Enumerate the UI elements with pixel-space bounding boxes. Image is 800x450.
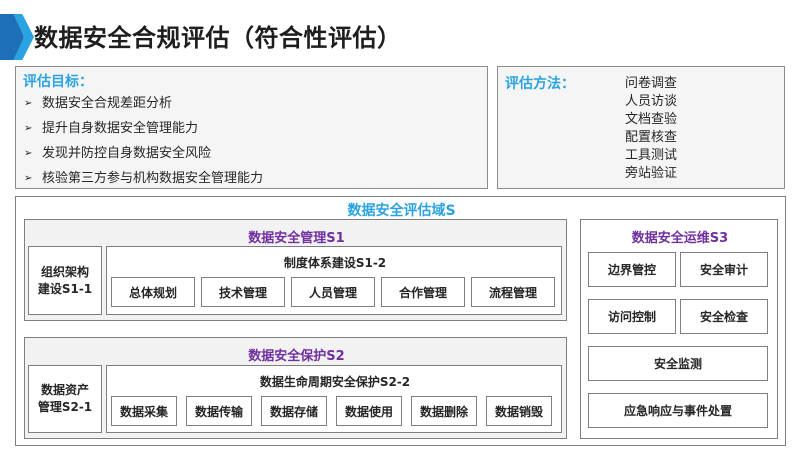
s2-item: 数据使用	[336, 396, 402, 426]
goal-item: ➢ 核验第三方参与机构数据安全管理能力	[24, 166, 263, 191]
s2-item: 数据销毁	[486, 396, 552, 426]
s3-item: 边界管控	[588, 252, 676, 287]
s1-title: 数据安全管理S1	[248, 230, 345, 246]
s2-1-data-asset-mgmt: 数据资产 管理S2-1	[28, 365, 102, 433]
page-title: 数据安全合规评估（符合性评估）	[34, 24, 402, 52]
arrow-bullet-icon: ➢	[24, 148, 33, 159]
s3-item: 访问控制	[588, 299, 676, 334]
methods-panel: 评估方法： 问卷调查 人员访谈 文档查验 配置核查 工具测试 旁站验证	[497, 66, 785, 189]
methods-label: 评估方法：	[505, 76, 575, 92]
arrow-bullet-icon: ➢	[24, 98, 33, 109]
method-item: 配置核查	[625, 130, 678, 145]
s1-item: 总体规划	[111, 277, 195, 307]
s3-item: 安全审计	[680, 252, 768, 287]
goal-item: ➢ 提升自身数据安全管理能力	[24, 116, 263, 141]
s3-item: 应急响应与事件处置	[588, 393, 768, 428]
method-item: 人员访谈	[625, 94, 678, 109]
goals-label: 评估目标：	[23, 74, 93, 90]
s1-item: 合作管理	[381, 277, 465, 307]
method-item: 问卷调查	[625, 76, 678, 91]
s2-item: 数据传输	[186, 396, 252, 426]
goal-item: ➢ 数据安全合规差距分析	[24, 91, 263, 116]
method-item: 旁站验证	[625, 166, 678, 181]
domain-title: 数据安全评估域S	[347, 203, 456, 219]
s1-2-title: 制度体系建设S1-2	[283, 255, 387, 270]
goals-list: ➢ 数据安全合规差距分析 ➢ 提升自身数据安全管理能力 ➢ 发现并防控自身数据安全风险…	[24, 91, 263, 191]
method-item: 文档查验	[625, 112, 678, 127]
s2-item: 数据删除	[411, 396, 477, 426]
s1-item: 技术管理	[201, 277, 285, 307]
s2-title: 数据安全保护S2	[248, 348, 345, 364]
arrow-bullet-icon: ➢	[24, 123, 33, 134]
s1-item: 人员管理	[291, 277, 375, 307]
s3-item: 安全监测	[588, 346, 768, 381]
goals-panel: 评估目标： ➢ 数据安全合规差距分析 ➢ 提升自身数据安全管理能力 ➢ 发现并防控自身…	[15, 66, 488, 189]
s2-item: 数据存储	[261, 396, 327, 426]
s3-item: 安全检查	[680, 299, 768, 334]
method-item: 工具测试	[625, 148, 678, 163]
s1-1-org-structure: 组织架构 建设S1-1	[28, 246, 102, 315]
s3-title: 数据安全运维S3	[631, 230, 729, 246]
s2-2-title: 数据生命周期安全保护S2-2	[259, 374, 411, 389]
goal-item: ➢ 发现并防控自身数据安全风险	[24, 141, 263, 166]
s2-item: 数据采集	[111, 396, 177, 426]
arrow-bullet-icon: ➢	[24, 173, 33, 184]
methods-list: 问卷调查 人员访谈 文档查验 配置核查 工具测试 旁站验证	[625, 75, 677, 183]
s1-item: 流程管理	[471, 277, 555, 307]
